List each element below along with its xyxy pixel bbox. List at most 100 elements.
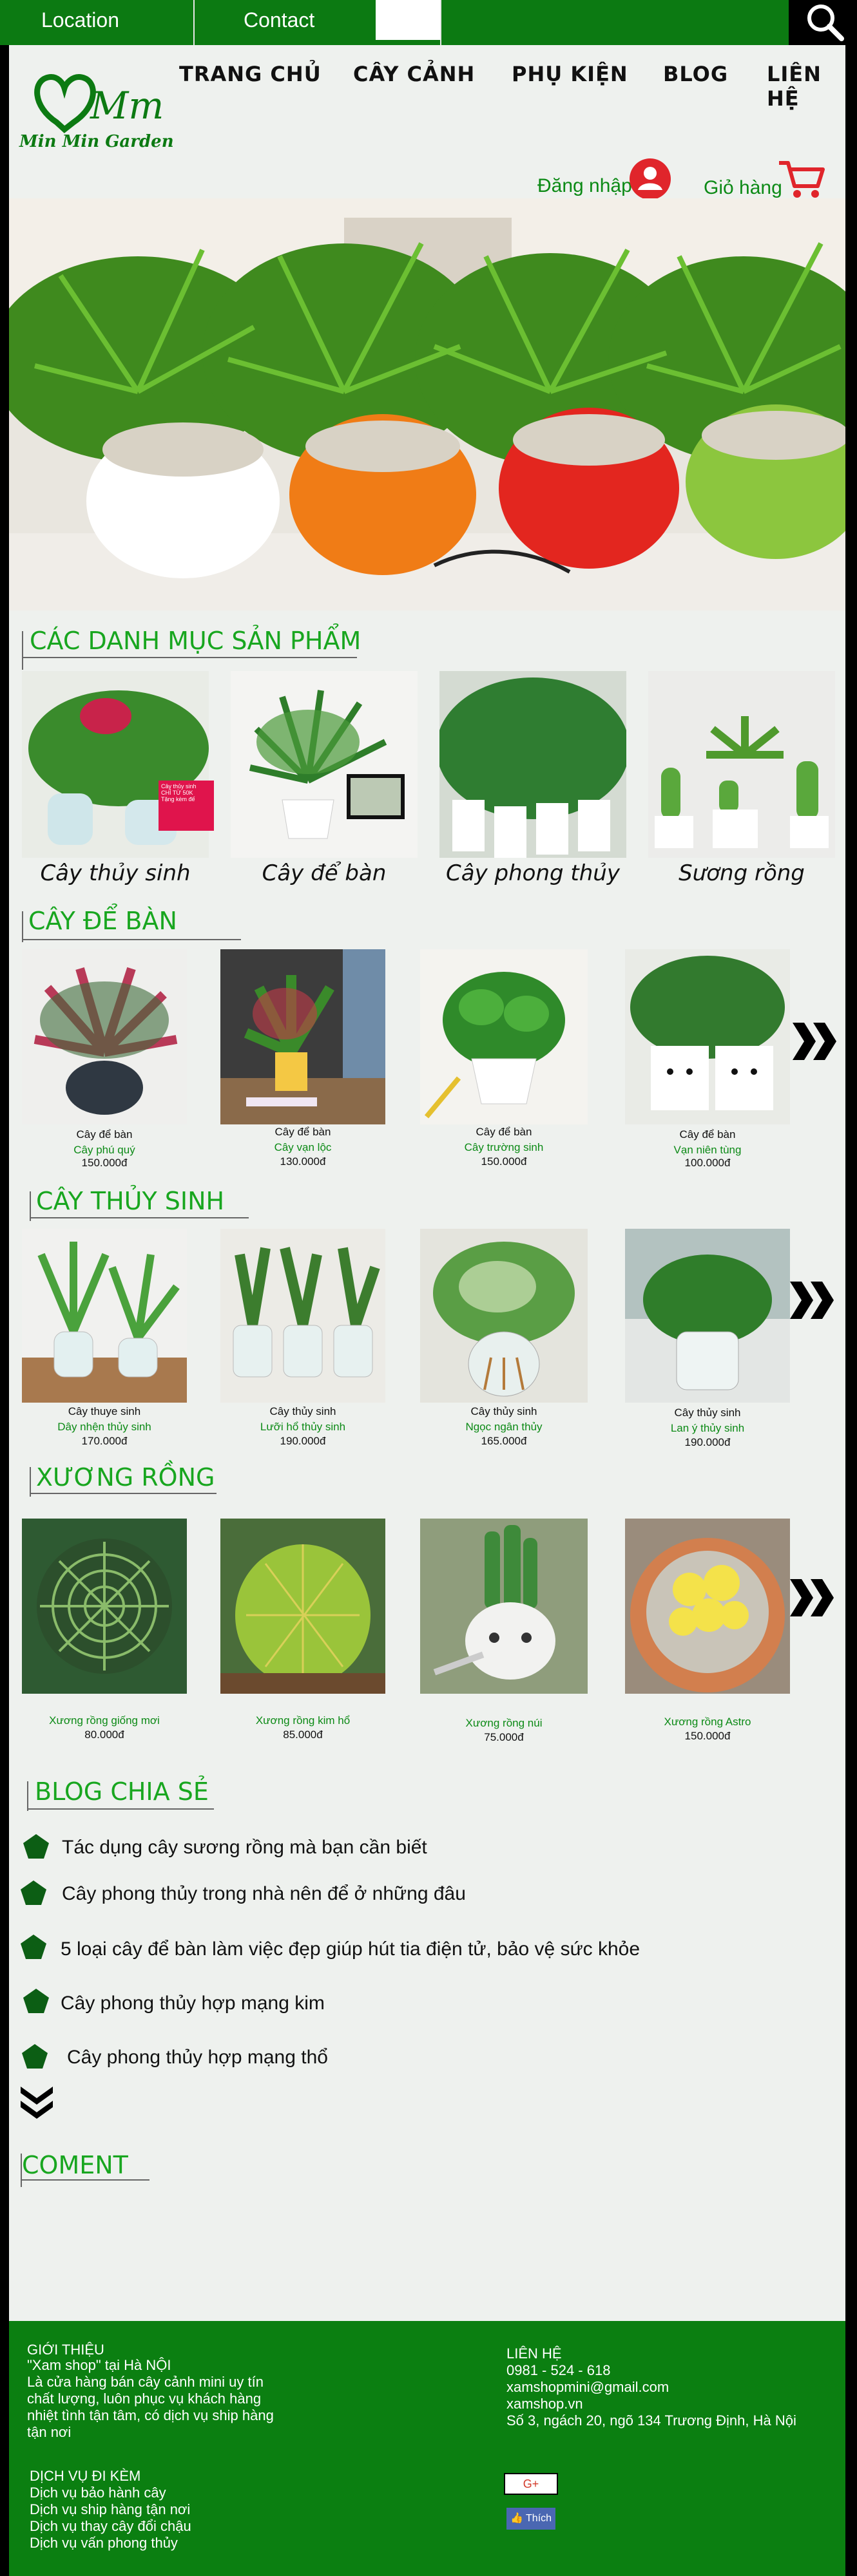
footer-about-text: "Xam shop" tại Hà NỘI <box>27 2357 171 2373</box>
product-image[interactable] <box>22 1229 187 1403</box>
like-icon: 👍 <box>510 2513 526 2524</box>
footer-service-item[interactable]: Dịch vụ vấn phong thủy <box>30 2535 178 2552</box>
hero-banner <box>9 198 845 611</box>
desk-section-title: CÂY ĐỂ BÀN <box>28 907 177 935</box>
category-label[interactable]: Sương rồng <box>648 860 835 886</box>
category-image-cactus[interactable] <box>648 671 835 858</box>
footer-service-item[interactable]: Dịch vụ bảo hành cây <box>30 2485 166 2501</box>
category-label[interactable]: Cây để bàn <box>231 860 418 886</box>
footer-contact-title: LIÊN HỆ <box>506 2345 562 2362</box>
comment-section-title: COMENT <box>22 2151 128 2179</box>
product-name[interactable]: Xương rồng núi <box>420 1717 588 1730</box>
search-icon <box>807 5 844 41</box>
footer-service-item[interactable]: Dịch vụ thay cây đổi chậu <box>30 2518 191 2535</box>
logo[interactable]: Mm Min Min Garden <box>19 68 174 158</box>
product-name[interactable]: Xương rồng giống mơi <box>22 1714 187 1727</box>
top-blank-tab <box>376 0 440 40</box>
blog-post-link[interactable]: 5 loại cây để bàn làm việc đẹp giúp hút … <box>61 1938 640 1960</box>
section-divider <box>27 1808 214 1810</box>
category-label[interactable]: Cây thủy sinh <box>22 860 209 886</box>
cart-link[interactable]: Giỏ hàng <box>704 177 782 199</box>
cart-icon[interactable] <box>776 158 825 200</box>
blog-post-link[interactable]: Tác dụng cây sương rồng mà bạn cần biết <box>62 1837 427 1859</box>
section-divider <box>30 1493 217 1494</box>
product-price: 130.000đ <box>280 1155 326 1168</box>
cactus-section-title: XƯƠNG RỒNG <box>36 1463 215 1492</box>
product-price: 150.000đ <box>481 1155 527 1168</box>
footer-email[interactable]: xamshopmini@gmail.com <box>506 2379 669 2396</box>
top-divider <box>440 0 441 45</box>
pentagon-bullet-icon <box>23 1989 49 2013</box>
section-divider <box>22 939 241 940</box>
footer-about-text: chất lượng, luôn phục vụ khách hàng <box>27 2391 262 2407</box>
product-name[interactable]: Cây vạn lộc <box>220 1141 385 1154</box>
footer-services-title: DỊCH VỤ ĐI KÈM <box>30 2468 141 2484</box>
footer-website[interactable]: xamshop.vn <box>506 2396 583 2412</box>
gplus-button[interactable]: G+ <box>504 2473 558 2495</box>
nav-blog[interactable]: BLOG <box>663 62 728 86</box>
category-image-fengshui[interactable] <box>439 671 626 858</box>
pentagon-bullet-icon <box>22 2044 48 2069</box>
aquatic-section-title: CÂY THỦY SINH <box>36 1187 225 1215</box>
hero-plants-image <box>9 198 845 611</box>
footer-phone[interactable]: 0981 - 524 - 618 <box>506 2362 610 2379</box>
product-type: Cây để bàn <box>476 1126 532 1138</box>
product-image[interactable] <box>625 1519 790 1694</box>
product-image[interactable] <box>625 949 790 1124</box>
footer: GIỚI THIỆU "Xam shop" tại Hà NỘI Là cửa … <box>9 2321 845 2576</box>
product-image[interactable] <box>22 1519 187 1694</box>
product-name[interactable]: Vạn niên tùng <box>625 1144 790 1157</box>
footer-service-item[interactable]: Dịch vụ ship hàng tận nơi <box>30 2501 190 2518</box>
product-type: Cây để bàn <box>679 1128 736 1141</box>
product-name[interactable]: Lan ý thủy sinh <box>625 1422 790 1435</box>
product-type: Cây thủy sinh <box>674 1406 741 1419</box>
section-divider <box>22 631 23 670</box>
location-link[interactable]: Location <box>41 0 119 45</box>
product-image[interactable] <box>220 949 385 1124</box>
nav-home[interactable]: TRANG CHỦ <box>179 62 322 86</box>
blog-post-link[interactable]: Cây phong thủy hợp mạng kim <box>61 1993 325 2014</box>
logo-text: Min Min Garden <box>19 132 174 151</box>
category-image-desk[interactable] <box>231 671 418 858</box>
product-name[interactable]: Cây phú quý <box>22 1144 187 1157</box>
product-image[interactable] <box>625 1229 790 1403</box>
product-image[interactable] <box>420 1229 588 1403</box>
expand-more-icon[interactable] <box>19 2084 54 2120</box>
footer-about-text: nhiệt tình tận tâm, có dịch vụ ship hàng <box>27 2407 274 2423</box>
product-image[interactable] <box>420 949 588 1124</box>
logo-mark: Mm <box>90 84 164 128</box>
like-button[interactable]: 👍 Thích <box>506 2508 555 2530</box>
product-image[interactable] <box>22 949 187 1124</box>
section-divider <box>22 657 357 658</box>
user-icon[interactable] <box>629 158 671 200</box>
blog-post-link[interactable]: Cây phong thủy trong nhà nên để ở những … <box>62 1883 466 1905</box>
login-link[interactable]: Đăng nhập <box>537 175 632 197</box>
top-bar: Location Contact <box>0 0 857 45</box>
product-type: Cây thủy sinh <box>470 1405 537 1417</box>
product-price: 85.000đ <box>283 1728 323 1741</box>
category-label[interactable]: Cây phong thủy <box>439 860 626 886</box>
next-arrow-icon[interactable] <box>790 1019 838 1064</box>
product-price: 190.000đ <box>280 1435 326 1447</box>
nav-plants[interactable]: CÂY CẢNH <box>353 62 475 86</box>
product-name[interactable]: Ngọc ngân thủy <box>420 1421 588 1434</box>
product-name[interactable]: Lưỡi hổ thủy sinh <box>220 1421 385 1434</box>
nav-accessories[interactable]: PHỤ KIỆN <box>512 62 628 86</box>
next-arrow-icon[interactable] <box>787 1575 835 1620</box>
contact-link[interactable]: Contact <box>244 0 314 45</box>
search-button[interactable] <box>789 0 857 45</box>
product-image[interactable] <box>420 1519 588 1694</box>
section-divider <box>22 911 23 942</box>
product-type: Cây để bàn <box>76 1128 133 1141</box>
product-name[interactable]: Xương rồng Astro <box>625 1716 790 1728</box>
nav-contact[interactable]: LIÊN HỆ <box>767 62 857 111</box>
blog-post-link[interactable]: Cây phong thủy hợp mạng thổ <box>67 2047 328 2069</box>
product-image[interactable] <box>220 1519 385 1694</box>
footer-about-text: tận nơi <box>27 2424 72 2440</box>
product-image[interactable] <box>220 1229 385 1403</box>
product-name[interactable]: Dây nhện thủy sinh <box>22 1421 187 1434</box>
product-name[interactable]: Cây trường sinh <box>420 1141 588 1154</box>
next-arrow-icon[interactable] <box>787 1278 835 1323</box>
product-name[interactable]: Xương rồng kim hổ <box>220 1714 385 1727</box>
blog-section-title: BLOG CHIA SẺ <box>35 1777 209 1806</box>
